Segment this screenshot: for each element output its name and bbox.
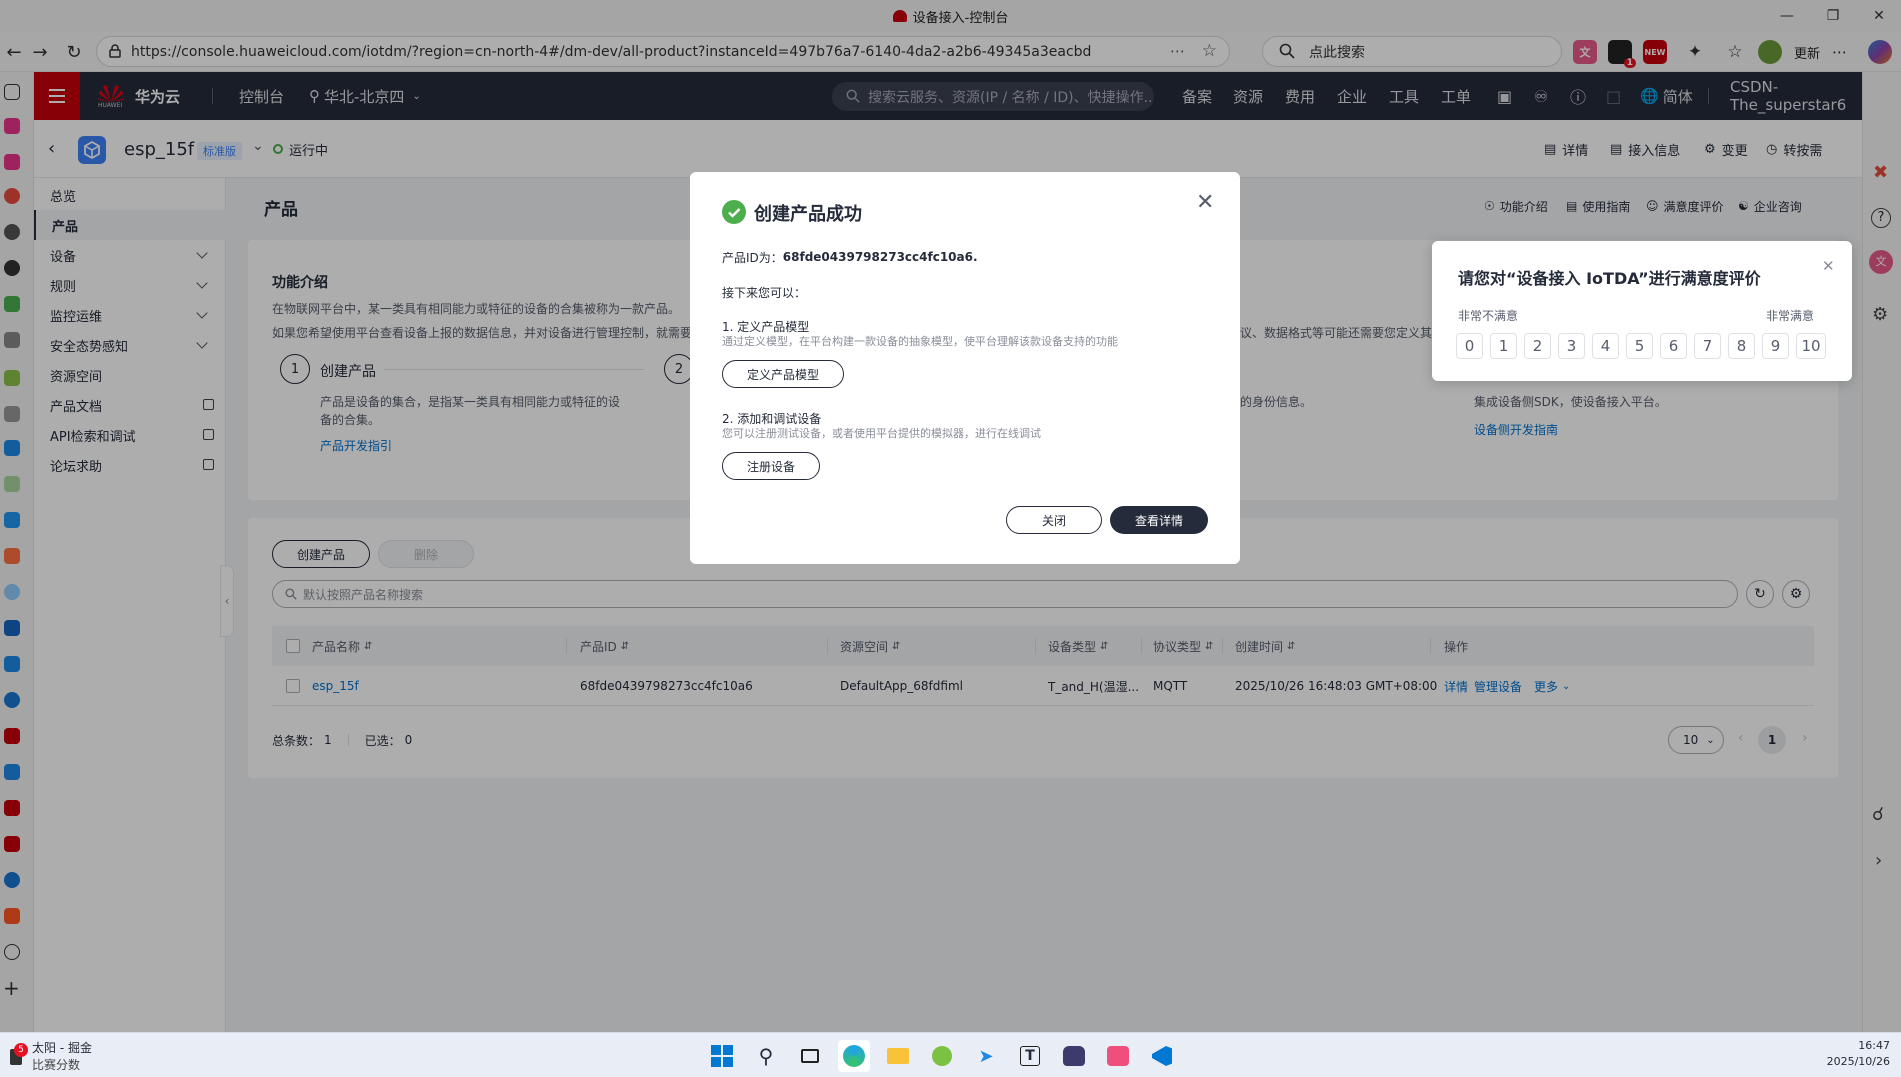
rating-score-1[interactable]: 1 <box>1490 333 1517 359</box>
dialog-close-button[interactable]: 关闭 <box>1006 506 1102 534</box>
product-id-value: 68fde0439798273cc4fc10a6. <box>782 250 978 264</box>
app-icon[interactable] <box>926 1040 958 1072</box>
weather-badge: 5 <box>14 1043 28 1057</box>
media-app-icon[interactable] <box>1102 1040 1134 1072</box>
close-icon[interactable]: ✕ <box>1196 190 1214 215</box>
button-label: 注册设备 <box>746 459 795 474</box>
rating-score-3[interactable]: 3 <box>1558 333 1585 359</box>
edge-browser-icon[interactable] <box>838 1040 870 1072</box>
button-label: 关闭 <box>1041 513 1066 528</box>
view-details-button[interactable]: 查看详情 <box>1110 506 1208 534</box>
typora-shape: T <box>1020 1046 1040 1066</box>
app-shape <box>932 1046 952 1066</box>
typora-icon[interactable]: T <box>1014 1040 1046 1072</box>
paper-plane-icon[interactable]: ➤ <box>970 1040 1002 1072</box>
cat-app-icon[interactable] <box>1058 1040 1090 1072</box>
task-view-shape <box>801 1049 819 1063</box>
step2-desc: 您可以注册测试设备，或者使用平台提供的模拟器，进行在线调试 <box>722 427 1041 440</box>
product-id-label: 产品ID为： <box>722 250 783 265</box>
rating-score-4[interactable]: 4 <box>1592 333 1619 359</box>
dialog-title: 创建产品成功 <box>754 204 862 225</box>
rating-score-10[interactable]: 10 <box>1796 333 1826 359</box>
edge-logo <box>843 1045 865 1067</box>
rating-score-7[interactable]: 7 <box>1694 333 1721 359</box>
clock-date[interactable]: 2025/10/26 <box>1810 1055 1890 1068</box>
rating-score-0[interactable]: 0 <box>1456 333 1483 359</box>
next-steps-label: 接下来您可以： <box>722 286 807 300</box>
weather-title[interactable]: 太阳 - 掘金 <box>32 1039 92 1056</box>
rating-score-2[interactable]: 2 <box>1524 333 1551 359</box>
create-success-dialog: 创建产品成功 ✕ 产品ID为： 68fde0439798273cc4fc10a6.… <box>690 172 1240 564</box>
weather-subtitle: 比赛分数 <box>32 1058 81 1072</box>
rating-score-8[interactable]: 8 <box>1728 333 1755 359</box>
clock-time[interactable]: 16:47 <box>1810 1039 1890 1052</box>
register-device-button[interactable]: 注册设备 <box>722 452 820 480</box>
start-button[interactable] <box>706 1040 738 1072</box>
success-check-icon <box>722 200 746 224</box>
file-explorer-icon[interactable] <box>882 1040 914 1072</box>
rating-title: 请您对“设备接入 IoTDA”进行满意度评价 <box>1458 269 1761 288</box>
satisfaction-rating-popup: 请您对“设备接入 IoTDA”进行满意度评价 ✕ 非常不满意 非常满意 0 1 … <box>1432 241 1852 381</box>
close-icon[interactable]: ✕ <box>1822 257 1835 275</box>
rating-score-5[interactable]: 5 <box>1626 333 1653 359</box>
button-label: 定义产品模型 <box>746 367 819 382</box>
rating-score-9[interactable]: 9 <box>1762 333 1789 359</box>
rating-score-6[interactable]: 6 <box>1660 333 1687 359</box>
cat-shape <box>1063 1046 1085 1066</box>
step1-desc: 通过定义模型，在平台构建一款设备的抽象模型，使平台理解该款设备支持的功能 <box>722 335 1118 348</box>
media-shape <box>1107 1046 1129 1066</box>
folder-shape <box>887 1048 909 1064</box>
button-label: 查看详情 <box>1134 513 1183 528</box>
rating-low-label: 非常不满意 <box>1458 309 1519 323</box>
windows-taskbar: 5 太阳 - 掘金 比赛分数 ⚲ ➤ T 16:47 2025/10/26 <box>0 1032 1901 1077</box>
task-view-icon[interactable] <box>794 1040 826 1072</box>
vscode-icon[interactable] <box>1146 1040 1178 1072</box>
product-id-line: 产品ID为： 68fde0439798273cc4fc10a6. <box>722 248 978 266</box>
vscode-shape <box>1152 1046 1172 1066</box>
weather-widget-icon[interactable]: 5 <box>8 1043 28 1067</box>
rating-high-label: 非常满意 <box>1766 309 1815 323</box>
search-icon[interactable]: ⚲ <box>750 1040 782 1072</box>
define-model-button[interactable]: 定义产品模型 <box>722 360 844 388</box>
